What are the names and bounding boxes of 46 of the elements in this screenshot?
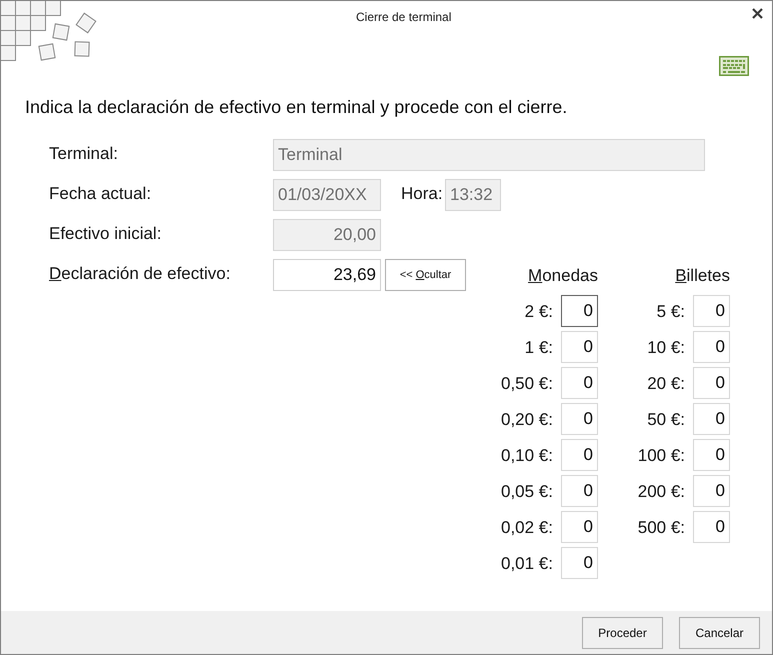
bill-count-field[interactable]: 0 bbox=[693, 403, 730, 435]
bill-count-field[interactable]: 0 bbox=[693, 295, 730, 327]
coin-label: 0,10 €: bbox=[500, 445, 553, 468]
coin-count-field[interactable]: 0 bbox=[561, 331, 598, 363]
bill-count-field[interactable]: 0 bbox=[693, 439, 730, 471]
window-title: Cierre de terminal bbox=[356, 9, 452, 25]
bill-count-field[interactable]: 0 bbox=[693, 331, 730, 363]
coin-count-field[interactable]: 0 bbox=[561, 475, 598, 507]
instruction-text: Indica la declaración de efectivo en terminal y procede con el cierre. bbox=[25, 96, 568, 119]
coin-count-field[interactable]: 0 bbox=[561, 511, 598, 543]
field-label: Terminal: bbox=[49, 143, 119, 166]
coin-label: 0,50 €: bbox=[500, 373, 553, 396]
coin-label: 0,01 €: bbox=[500, 553, 553, 576]
field-label: Hora: bbox=[401, 183, 444, 206]
bill-label: 20 €: bbox=[646, 373, 685, 396]
bill-count-field[interactable]: 0 bbox=[693, 475, 730, 507]
cash-declaration-field[interactable]: 23,69 bbox=[273, 259, 381, 291]
bill-count-field[interactable]: 0 bbox=[693, 367, 730, 399]
bill-label: 50 €: bbox=[646, 409, 685, 432]
bill-label: 10 €: bbox=[646, 337, 685, 360]
bill-label: 100 €: bbox=[636, 445, 685, 468]
cancel-button[interactable]: Cancelar bbox=[679, 616, 760, 648]
close-icon bbox=[752, 8, 762, 18]
close-button[interactable] bbox=[751, 7, 763, 19]
bill-label: 500 €: bbox=[636, 517, 685, 540]
coin-count-field[interactable]: 0 bbox=[561, 403, 598, 435]
field-label: Fecha actual: bbox=[49, 183, 152, 206]
coin-count-field[interactable]: 0 bbox=[561, 439, 598, 471]
coin-label: 2 €: bbox=[524, 301, 553, 324]
coin-label: 1 €: bbox=[524, 337, 553, 360]
coin-label: 0,02 €: bbox=[500, 517, 553, 540]
coin-count-field[interactable]: 0 bbox=[561, 367, 598, 399]
hide-button[interactable]: << Ocultar bbox=[385, 259, 466, 291]
keyboard-icon[interactable] bbox=[719, 56, 749, 76]
bill-label: 5 €: bbox=[656, 301, 685, 324]
bills-heading: Billetes bbox=[675, 265, 730, 288]
coin-count-field[interactable]: 0 bbox=[561, 295, 598, 327]
coin-label: 0,20 €: bbox=[500, 409, 553, 432]
coin-count-field[interactable]: 0 bbox=[561, 547, 598, 579]
field-label: Efectivo inicial: bbox=[49, 223, 162, 246]
coin-label: 0,05 €: bbox=[500, 481, 553, 504]
bill-label: 200 €: bbox=[636, 481, 685, 504]
bill-count-field[interactable]: 0 bbox=[693, 511, 730, 543]
coins-heading: Monedas bbox=[528, 265, 598, 288]
field-label: Declaración de efectivo: bbox=[49, 263, 232, 286]
proceed-button[interactable]: Proceder bbox=[582, 616, 663, 648]
